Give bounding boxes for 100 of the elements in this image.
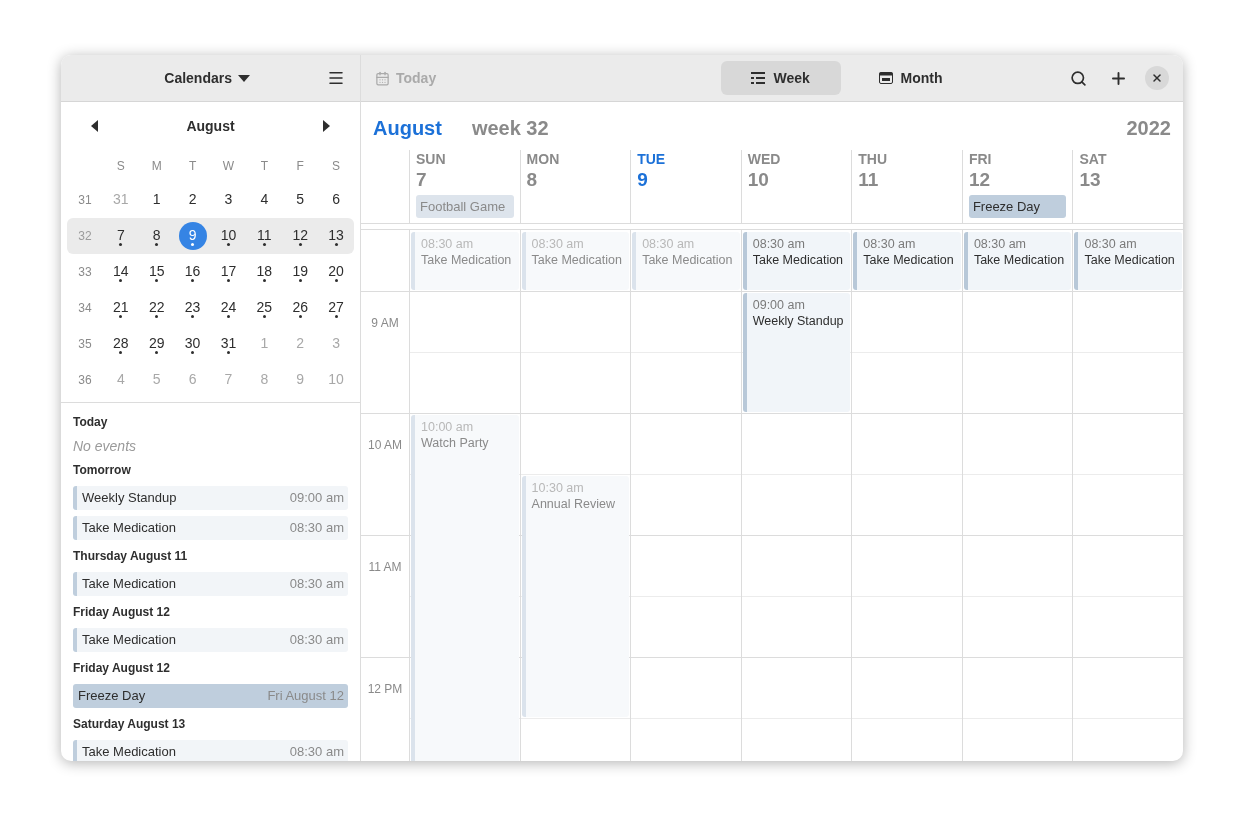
day-button[interactable]: 10 [214, 222, 243, 250]
agenda-heading: Saturday August 13 [73, 716, 187, 733]
event-title: Weekly Standup [752, 313, 845, 329]
day-button[interactable]: 14 [106, 258, 135, 286]
event-time: 10:00 am [421, 419, 475, 435]
hour-label: 9 AM [371, 314, 399, 332]
hour-label: 12 PM [367, 680, 403, 698]
weekday-label: S [331, 158, 342, 175]
day-button[interactable]: 18 [250, 258, 279, 286]
day-name: TUE [637, 150, 667, 168]
agenda-event[interactable]: Take Medication 08:30 am [73, 740, 348, 761]
weekday-label: T [259, 158, 269, 175]
event-title: Take Medication [752, 252, 845, 268]
day-number: 11 [858, 168, 880, 192]
weekday-label: S [115, 158, 126, 175]
day-button[interactable]: 24 [214, 294, 243, 322]
agenda-event[interactable]: Take Medication 08:30 am [73, 572, 348, 596]
day-button[interactable]: 3 [214, 186, 243, 214]
month-title: August [373, 115, 442, 141]
day-button[interactable]: 22 [142, 294, 171, 322]
view-tab[interactable]: Month [850, 61, 971, 95]
day-button[interactable]: 25 [250, 294, 279, 322]
day-button[interactable]: 31 [214, 330, 243, 358]
agenda-event[interactable]: Take Medication 08:30 am [73, 516, 348, 540]
left-triangle-icon [91, 120, 99, 132]
event-title: Take Medication [1084, 252, 1176, 268]
event-title: Take Medication [642, 252, 734, 268]
agenda-event[interactable]: Freeze Day Fri August 12 [73, 684, 348, 708]
calendars-menu-button[interactable]: Calendars [164, 67, 250, 89]
view-tab[interactable]: Week [720, 61, 841, 95]
day-button[interactable]: 27 [322, 294, 351, 322]
day-number: 12 [968, 168, 992, 192]
day-button[interactable]: 13 [322, 222, 351, 250]
week-number: 32 [77, 228, 93, 245]
day-button[interactable]: 17 [214, 258, 243, 286]
day-button[interactable]: 4 [250, 186, 279, 214]
day-button[interactable]: 11 [250, 222, 279, 250]
event-card[interactable]: 08:30 am Take Medication [742, 232, 851, 290]
day-button[interactable]: 19 [286, 258, 315, 286]
day-button[interactable]: 6 [322, 186, 351, 214]
event-card[interactable]: 08:30 am Take Medication [963, 232, 1072, 290]
day-button[interactable]: 16 [178, 258, 207, 286]
day-name: FRI [968, 150, 993, 168]
day-button[interactable]: 28 [106, 330, 135, 358]
day-name: WED [747, 150, 782, 168]
day-button[interactable]: 12 [286, 222, 315, 250]
event-title: Take Medication [973, 252, 1066, 268]
event-card[interactable]: 09:00 am Weekly Standup [742, 293, 851, 412]
agenda-heading: Friday August 12 [73, 660, 171, 677]
day-name: MON [526, 150, 561, 168]
weekday-label: T [187, 158, 198, 175]
day-button[interactable]: 30 [178, 330, 207, 358]
day-button[interactable]: 2 [178, 186, 207, 214]
day-button[interactable]: 23 [178, 294, 207, 322]
hour-label: 11 AM [368, 558, 402, 576]
week-number: 33 [77, 264, 93, 281]
list-grid-icon [751, 72, 766, 84]
weekday-label: W [221, 158, 236, 175]
search-icon [1069, 69, 1087, 87]
event-time: 10:30 am [531, 480, 585, 496]
event-time: 09:00 am [752, 297, 806, 313]
day-button[interactable]: 8 [142, 222, 171, 250]
calendar-icon [878, 72, 893, 84]
event-time: 08:30 am [973, 236, 1027, 252]
no-events-text: No events [73, 436, 138, 456]
day-button[interactable]: 21 [106, 294, 135, 322]
day-button[interactable]: 7 [106, 222, 135, 250]
day-number: 8 [526, 168, 539, 192]
day-button[interactable]: 26 [286, 294, 315, 322]
event-time: 08:30 am [642, 236, 696, 252]
event-title: Watch Party [421, 435, 490, 451]
day-name: SAT [1079, 150, 1108, 168]
event-title: Take Medication [531, 252, 623, 268]
day-button[interactable]: 29 [142, 330, 171, 358]
agenda-event[interactable]: Weekly Standup 09:00 am [73, 486, 348, 510]
agenda-heading: Thursday August 11 [73, 548, 189, 565]
day-button[interactable]: 5 [286, 186, 315, 214]
agenda-heading: Today [73, 414, 109, 431]
day-button[interactable]: 9 [178, 222, 207, 250]
event-time: 08:30 am [531, 236, 585, 252]
agenda-event[interactable]: Take Medication 08:30 am [73, 628, 348, 652]
day-number: 13 [1079, 168, 1102, 192]
menu-icon [327, 69, 345, 87]
agenda-heading: Friday August 12 [73, 604, 171, 621]
right-triangle-icon [322, 120, 330, 132]
event-card[interactable]: 08:30 am Take Medication [1074, 232, 1183, 290]
day-button[interactable]: 1 [142, 186, 171, 214]
event-time: 08:30 am [752, 236, 806, 252]
event-card[interactable]: 08:30 am Take Medication [853, 232, 961, 290]
event-time: 08:30 am [1084, 236, 1138, 252]
weekday-label: F [295, 158, 305, 175]
all-day-event[interactable]: Freeze Day [968, 195, 1067, 218]
month-label: August [186, 116, 235, 136]
week-number: 35 [77, 336, 93, 353]
close-button[interactable] [1145, 66, 1169, 90]
year-title: 2022 [1126, 115, 1171, 141]
day-button[interactable]: 20 [322, 258, 351, 286]
day-button[interactable]: 15 [142, 258, 171, 286]
day-number: 9 [637, 168, 649, 192]
day-number: 10 [747, 168, 770, 192]
